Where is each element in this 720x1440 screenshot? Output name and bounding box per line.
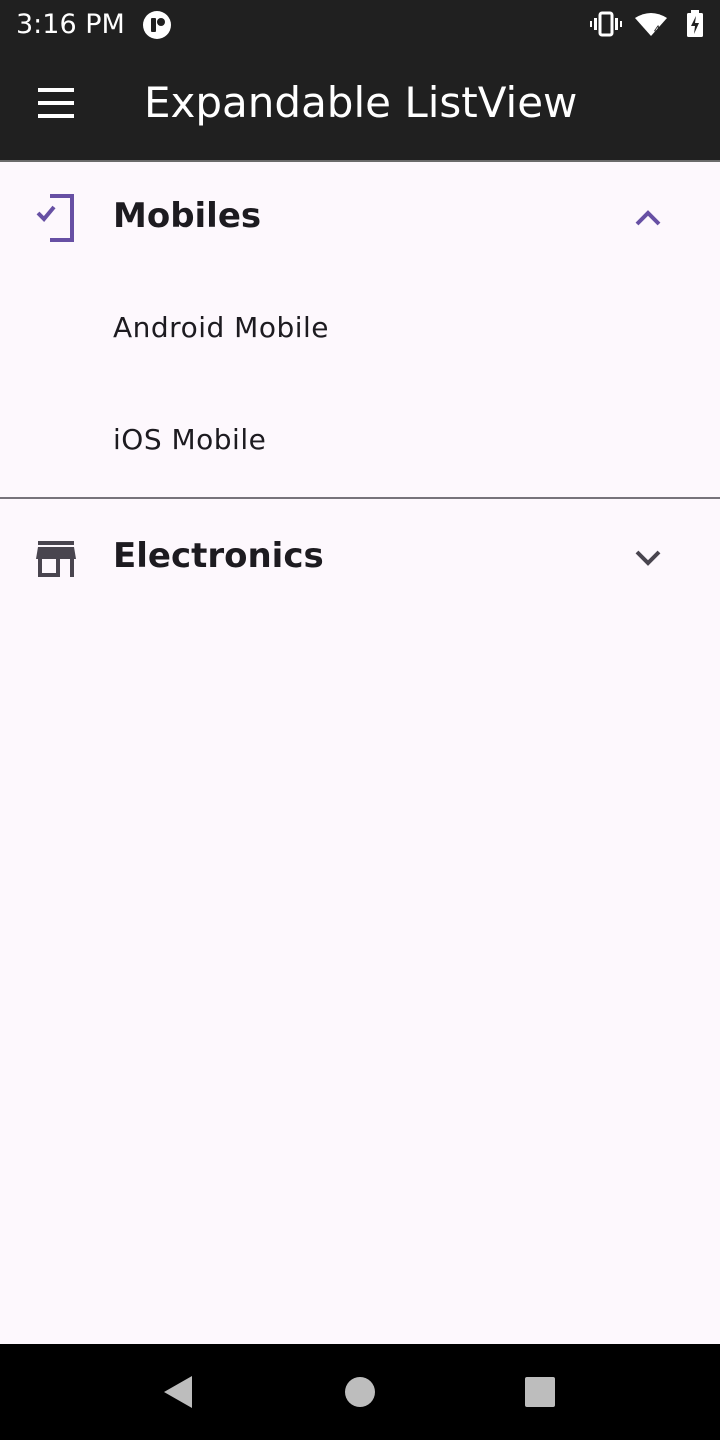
storefront-icon <box>36 541 76 577</box>
menu-icon <box>38 88 74 118</box>
back-icon[interactable] <box>152 1364 208 1420</box>
chevron-up-icon <box>635 210 661 226</box>
list-item-ios-mobile[interactable]: iOS Mobile <box>0 385 720 497</box>
wifi-signal-badge: 4 <box>654 24 660 36</box>
list-item-label: iOS Mobile <box>113 423 267 456</box>
group-divider <box>0 497 720 499</box>
system-nav-bar <box>0 1344 720 1440</box>
page-title: Expandable ListView <box>144 78 578 127</box>
recents-icon[interactable] <box>512 1364 568 1420</box>
app-bar: Expandable ListView <box>0 50 720 162</box>
status-bar: 3:16 PM 4 <box>0 0 720 50</box>
battery-charging-icon <box>687 10 703 37</box>
group-header-mobiles[interactable]: Mobiles <box>0 163 720 273</box>
group-title: Mobiles <box>113 196 262 236</box>
group-title: Electronics <box>113 536 324 576</box>
menu-button[interactable] <box>20 67 92 139</box>
notification-app-icon <box>143 11 171 39</box>
list-item-android-mobile[interactable]: Android Mobile <box>0 273 720 385</box>
status-time: 3:16 PM <box>16 9 125 40</box>
group-header-electronics[interactable]: Electronics <box>0 503 720 613</box>
wifi-icon: 4 <box>635 13 667 36</box>
vibrate-icon <box>590 11 622 37</box>
home-icon[interactable] <box>332 1364 388 1420</box>
chevron-down-icon <box>635 550 661 566</box>
mobile-check-icon <box>36 194 74 242</box>
list-item-label: Android Mobile <box>113 311 330 344</box>
